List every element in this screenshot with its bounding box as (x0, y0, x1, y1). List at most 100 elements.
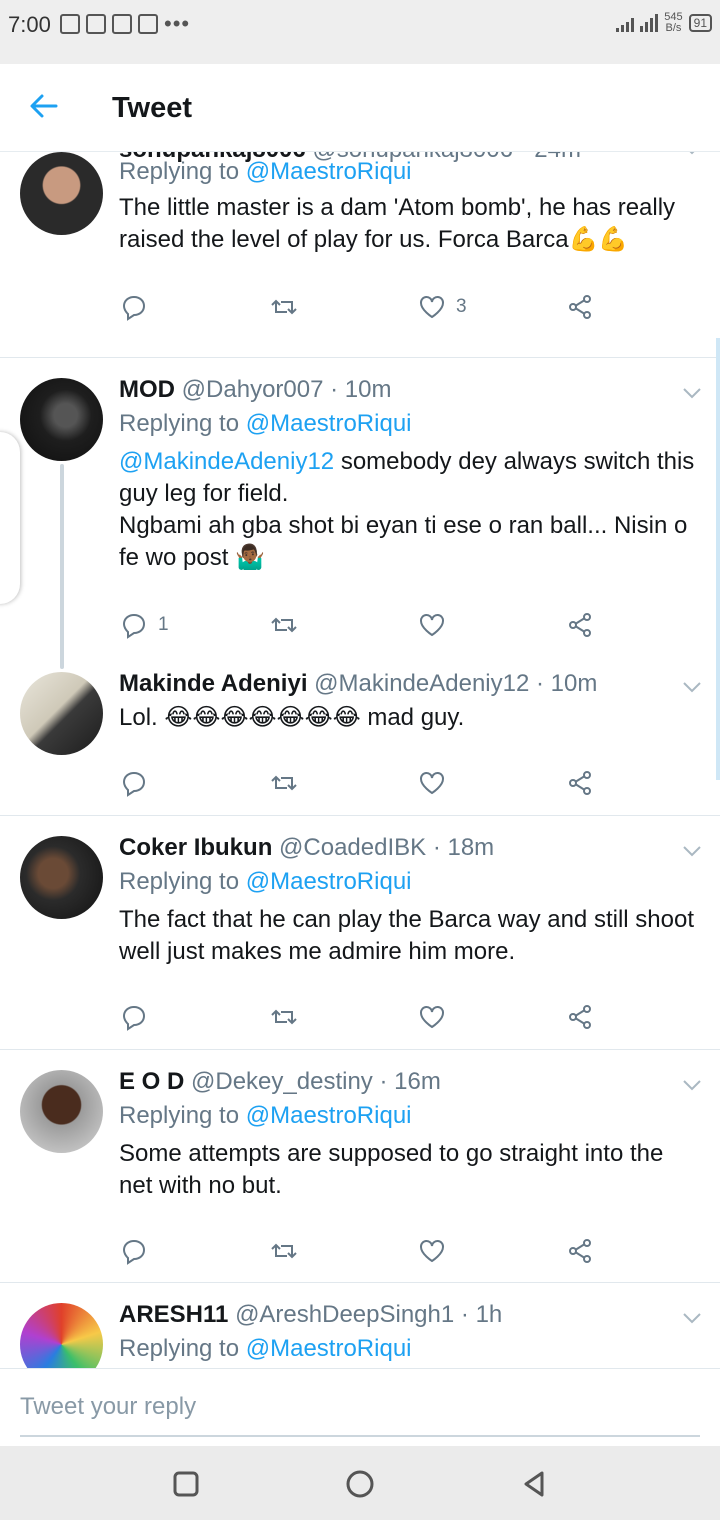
like-icon (420, 614, 444, 637)
scroll-indicator[interactable] (716, 338, 720, 780)
network-speed: 545 B/s (664, 12, 682, 34)
share-icon (569, 771, 591, 795)
reply-button[interactable] (120, 768, 158, 798)
tweet-text: Some attempts are supposed to go straigh… (119, 1140, 664, 1199)
back-arrow-icon[interactable] (28, 90, 60, 122)
back-nav-icon[interactable] (518, 1468, 550, 1500)
tweet-actions (0, 1236, 720, 1266)
like-button[interactable]: 3 (418, 292, 467, 322)
author-handle[interactable]: @Dekey_destiny (191, 1068, 373, 1095)
like-button[interactable] (418, 1002, 456, 1032)
page-title: Tweet (112, 92, 193, 124)
reply-button[interactable] (120, 1236, 158, 1266)
avatar[interactable] (20, 836, 103, 919)
recents-icon[interactable] (170, 1468, 202, 1500)
replying-to: Replying to @MaestroRiqui (119, 410, 412, 438)
share-button[interactable] (566, 292, 594, 322)
share-button[interactable] (566, 1002, 594, 1032)
author-name[interactable]: Makinde Adeniyi (119, 670, 307, 697)
tweet[interactable]: Makinde Adeniyi @MakindeAdeniy12 · 10m L… (0, 648, 720, 816)
replying-to: Replying to @MaestroRiqui (119, 1102, 412, 1130)
reply-composer: Tweet your reply (0, 1368, 720, 1446)
like-button[interactable] (418, 610, 456, 640)
signal-2-icon (640, 14, 659, 32)
replying-to-link[interactable]: @MaestroRiqui (246, 1102, 412, 1129)
edge-drawer-handle[interactable] (0, 432, 20, 604)
home-icon[interactable] (344, 1468, 376, 1500)
like-icon (420, 296, 444, 319)
tweet-header: ARESH11 @AreshDeepSingh1 · 1h (119, 1301, 502, 1329)
tweet-time: · 10m (330, 376, 392, 403)
tweet-text: Lol. 😂😂😂😂😂😂😂 mad guy. (119, 704, 465, 731)
retweet-button[interactable] (270, 1236, 308, 1266)
reply-button[interactable] (120, 1002, 158, 1032)
chevron-down-icon[interactable] (682, 844, 702, 858)
author-handle[interactable]: @AreshDeepSingh1 (235, 1301, 454, 1328)
author-handle[interactable]: @MakindeAdeniy12 (314, 670, 529, 697)
author-name[interactable]: E O D (119, 1068, 184, 1095)
like-button[interactable] (418, 768, 456, 798)
replying-prefix: Replying to (119, 1335, 240, 1362)
avatar[interactable] (20, 1303, 103, 1368)
tweet-actions (0, 768, 720, 798)
retweet-icon (271, 617, 297, 633)
replying-to-link[interactable]: @MaestroRiqui (246, 868, 412, 895)
tweet-header: Coker Ibukun @CoadedIBK · 18m (119, 834, 494, 862)
replying-to-link[interactable]: @MaestroRiqui (246, 158, 412, 185)
replying-to-link[interactable]: @MaestroRiqui (246, 1335, 412, 1362)
retweet-icon (271, 299, 297, 315)
avatar[interactable] (20, 672, 103, 755)
author-name[interactable]: MOD (119, 376, 175, 403)
author-handle[interactable]: @Dahyor007 (182, 376, 324, 403)
tweet[interactable]: Coker Ibukun @CoadedIBK · 18m Replying t… (0, 816, 720, 1050)
reply-count: 1 (158, 614, 169, 635)
signal-icon (616, 14, 635, 32)
retweet-icon (271, 1009, 297, 1025)
avatar[interactable] (20, 152, 103, 235)
share-button[interactable] (566, 768, 594, 798)
share-button[interactable] (566, 610, 594, 640)
retweet-button[interactable] (270, 610, 308, 640)
replies-feed[interactable]: sonupankaj8006 @sonupankaj8006 · 24m Rep… (0, 152, 720, 1368)
author-name[interactable]: ARESH11 (119, 1301, 228, 1328)
mention-link[interactable]: @MakindeAdeniy12 (119, 448, 334, 475)
tweet[interactable]: sonupankaj8006 @sonupankaj8006 · 24m Rep… (0, 152, 720, 358)
reply-icon (122, 1239, 146, 1265)
reply-icon (122, 295, 146, 321)
chevron-down-icon[interactable] (682, 1078, 702, 1092)
replying-prefix: Replying to (119, 868, 240, 895)
author-handle[interactable]: @CoadedIBK (279, 834, 426, 861)
chevron-down-icon[interactable] (682, 680, 702, 694)
clipboard-notification-icon (112, 14, 132, 34)
tweet[interactable]: MOD @Dahyor007 · 10m Replying to @Maestr… (0, 358, 720, 648)
reply-icon (122, 613, 146, 639)
reply-button[interactable]: 1 (120, 610, 169, 640)
reply-button[interactable] (120, 292, 158, 322)
tweet-actions (0, 1002, 720, 1032)
chevron-down-icon[interactable] (682, 386, 702, 400)
tweet-time: · 24m (520, 152, 581, 163)
app-header: Tweet (0, 64, 720, 152)
status-time: 7:00 (8, 12, 51, 37)
tweet[interactable]: ARESH11 @AreshDeepSingh1 · 1h Replying t… (0, 1283, 720, 1368)
avatar[interactable] (20, 1070, 103, 1153)
retweet-button[interactable] (270, 768, 308, 798)
tweet-time: · 18m (432, 834, 495, 861)
share-icon (569, 1005, 591, 1029)
like-icon (420, 772, 444, 795)
avatar[interactable] (20, 378, 103, 461)
notification-icons: ••• (60, 13, 190, 35)
reply-input[interactable]: Tweet your reply (20, 1393, 700, 1437)
replying-to: Replying to @MaestroRiqui (119, 868, 412, 896)
replying-to-link[interactable]: @MaestroRiqui (246, 410, 412, 437)
like-button[interactable] (418, 1236, 456, 1266)
chevron-down-icon[interactable] (682, 152, 702, 156)
retweet-button[interactable] (270, 1002, 308, 1032)
share-button[interactable] (566, 1236, 594, 1266)
retweet-button[interactable] (270, 292, 308, 322)
author-name[interactable]: Coker Ibukun (119, 834, 272, 861)
chevron-down-icon[interactable] (682, 1311, 702, 1325)
tweet[interactable]: E O D @Dekey_destiny · 16m Replying to @… (0, 1050, 720, 1283)
replying-prefix: Replying to (119, 410, 240, 437)
replying-to: Replying to @MaestroRiqui (119, 1335, 412, 1363)
